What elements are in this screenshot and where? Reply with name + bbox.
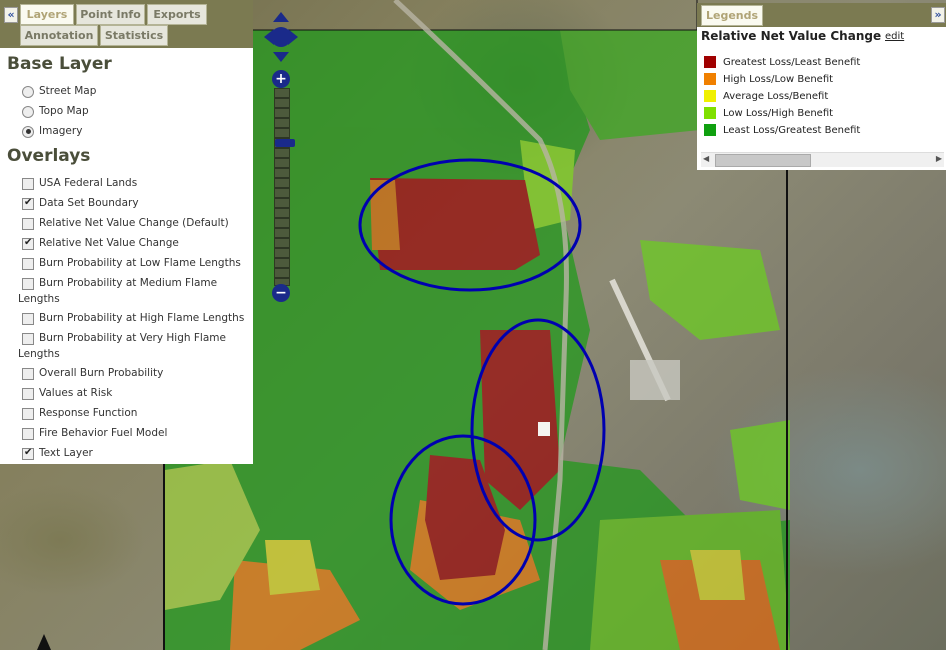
checkbox[interactable]	[22, 177, 34, 190]
zoom-in-button[interactable]: +	[272, 70, 290, 88]
overlay-item-fuel-model[interactable]: Fire Behavior Fuel Model	[22, 426, 167, 442]
checkbox[interactable]	[22, 367, 34, 380]
overlay-item-bp-medium[interactable]: Burn Probability at Medium Flame Lengths	[18, 276, 233, 307]
overlay-item-bp-high[interactable]: Burn Probability at High Flame Lengths	[22, 311, 244, 327]
expand-panel-button[interactable]: »	[931, 7, 945, 23]
overlay-lightgreen-patch	[640, 240, 780, 340]
overlay-label: Relative Net Value Change (Default)	[39, 217, 229, 229]
radio-topo-map[interactable]	[22, 105, 34, 118]
legend-edit-link[interactable]: edit	[885, 31, 904, 42]
overlay-label: USA Federal Lands	[39, 177, 138, 189]
legend-entry: Average Loss/Benefit	[704, 90, 828, 104]
option-label: Imagery	[39, 125, 83, 137]
tab-annotation[interactable]: Annotation	[20, 25, 98, 46]
overlay-label: Burn Probability at Low Flame Lengths	[39, 257, 241, 269]
scrollbar-thumb[interactable]	[715, 154, 811, 167]
tab-point-info[interactable]: Point Info	[76, 4, 145, 25]
zoom-slider-track[interactable]	[274, 88, 295, 286]
overlay-label: Burn Probability at Very High Flame Leng…	[18, 332, 226, 360]
scroll-left-arrow-icon[interactable]: ◀	[703, 154, 709, 163]
legend-horizontal-scrollbar[interactable]: ◀ ▶	[701, 152, 944, 167]
checkbox[interactable]	[22, 407, 34, 420]
overlay-item-bp-very-high[interactable]: Burn Probability at Very High Flame Leng…	[18, 331, 233, 362]
legend-entry: High Loss/Low Benefit	[704, 73, 833, 87]
checkbox[interactable]	[22, 257, 34, 270]
legend-swatch	[704, 73, 716, 85]
legend-title: Relative Net Value Change	[701, 29, 882, 43]
overlay-item-text-layer[interactable]: Text Layer	[22, 446, 93, 462]
checkbox[interactable]	[22, 217, 34, 230]
pan-up-button[interactable]	[273, 12, 289, 22]
checkbox[interactable]	[22, 447, 34, 460]
overlay-label: Data Set Boundary	[39, 197, 139, 209]
pan-center	[271, 27, 291, 47]
legend-label: High Loss/Low Benefit	[723, 74, 834, 85]
north-marker-icon	[37, 634, 51, 650]
checkbox[interactable]	[22, 387, 34, 400]
overlay-item-overall-bp[interactable]: Overall Burn Probability	[22, 366, 163, 382]
overlay-label: Text Layer	[39, 447, 93, 459]
overlays-heading: Overlays	[7, 146, 91, 166]
base-layer-option-imagery[interactable]: Imagery	[22, 124, 82, 140]
overlay-label: Burn Probability at High Flame Lengths	[39, 312, 245, 324]
tab-statistics[interactable]: Statistics	[100, 25, 168, 46]
overlay-lightgreen-patch	[730, 420, 790, 510]
overlay-label: Response Function	[39, 407, 138, 419]
overlay-item-data-set-boundary[interactable]: Data Set Boundary	[22, 196, 139, 212]
overlay-orange-patch	[370, 180, 400, 250]
zoom-control: + −	[271, 70, 295, 302]
legends-panel: Legends » Relative Net Value Change edit…	[697, 3, 946, 170]
overlay-label: Values at Risk	[39, 387, 113, 399]
checkbox[interactable]	[22, 197, 34, 210]
base-layer-option-street-map[interactable]: Street Map	[22, 84, 96, 100]
legend-swatch	[704, 124, 716, 136]
airport-buildings	[630, 360, 680, 400]
option-label: Street Map	[39, 85, 97, 97]
option-label: Topo Map	[39, 105, 89, 117]
legend-swatch	[704, 107, 716, 119]
overlay-label: Fire Behavior Fuel Model	[39, 427, 168, 439]
overlay-item-usa-federal-lands[interactable]: USA Federal Lands	[22, 176, 137, 192]
zoom-out-button[interactable]: −	[272, 284, 290, 302]
legend-label: Greatest Loss/Least Benefit	[723, 57, 861, 68]
radio-street-map[interactable]	[22, 85, 34, 98]
overlay-label: Overall Burn Probability	[39, 367, 164, 379]
legends-panel-tabbar: Legends »	[697, 3, 946, 27]
pan-arrows-icon	[264, 12, 298, 62]
checkbox[interactable]	[22, 427, 34, 440]
radio-imagery[interactable]	[22, 125, 34, 138]
legend-label: Average Loss/Benefit	[723, 91, 829, 102]
layers-panel-tabbar: « Layers Point Info Exports Annotation S…	[0, 0, 253, 48]
legend-entry: Least Loss/Greatest Benefit	[704, 124, 860, 138]
scroll-right-arrow-icon[interactable]: ▶	[936, 154, 942, 163]
overlay-label: Burn Probability at Medium Flame Lengths	[18, 277, 218, 305]
layers-panel: « Layers Point Info Exports Annotation S…	[0, 0, 253, 464]
legend-entry: Low Loss/High Benefit	[704, 107, 833, 121]
overlay-item-bp-low[interactable]: Burn Probability at Low Flame Lengths	[22, 256, 241, 272]
tab-legends[interactable]: Legends	[701, 5, 763, 26]
overlay-item-rnvc[interactable]: Relative Net Value Change	[22, 236, 179, 252]
pan-control	[264, 12, 298, 62]
tab-exports[interactable]: Exports	[147, 4, 207, 25]
legend-swatch	[704, 90, 716, 102]
overlay-label: Relative Net Value Change	[39, 237, 179, 249]
base-layer-option-topo-map[interactable]: Topo Map	[22, 104, 89, 120]
pan-down-button[interactable]	[273, 52, 289, 62]
legend-entry: Greatest Loss/Least Benefit	[704, 56, 860, 70]
checkbox[interactable]	[22, 312, 34, 325]
checkbox[interactable]	[22, 237, 34, 250]
legend-label: Least Loss/Greatest Benefit	[723, 125, 861, 136]
zoom-slider-thumb[interactable]	[275, 139, 295, 147]
overlay-item-values-at-risk[interactable]: Values at Risk	[22, 386, 112, 402]
base-layer-heading: Base Layer	[7, 54, 112, 74]
white-building	[538, 422, 550, 436]
collapse-panel-button[interactable]: «	[4, 7, 18, 23]
legend-swatch	[704, 56, 716, 68]
overlay-item-rnvc-default[interactable]: Relative Net Value Change (Default)	[22, 216, 229, 232]
overlay-item-response-function[interactable]: Response Function	[22, 406, 137, 422]
legend-label: Low Loss/High Benefit	[723, 108, 834, 119]
checkbox[interactable]	[22, 277, 34, 290]
checkbox[interactable]	[22, 332, 34, 345]
tab-layers[interactable]: Layers	[20, 4, 74, 25]
